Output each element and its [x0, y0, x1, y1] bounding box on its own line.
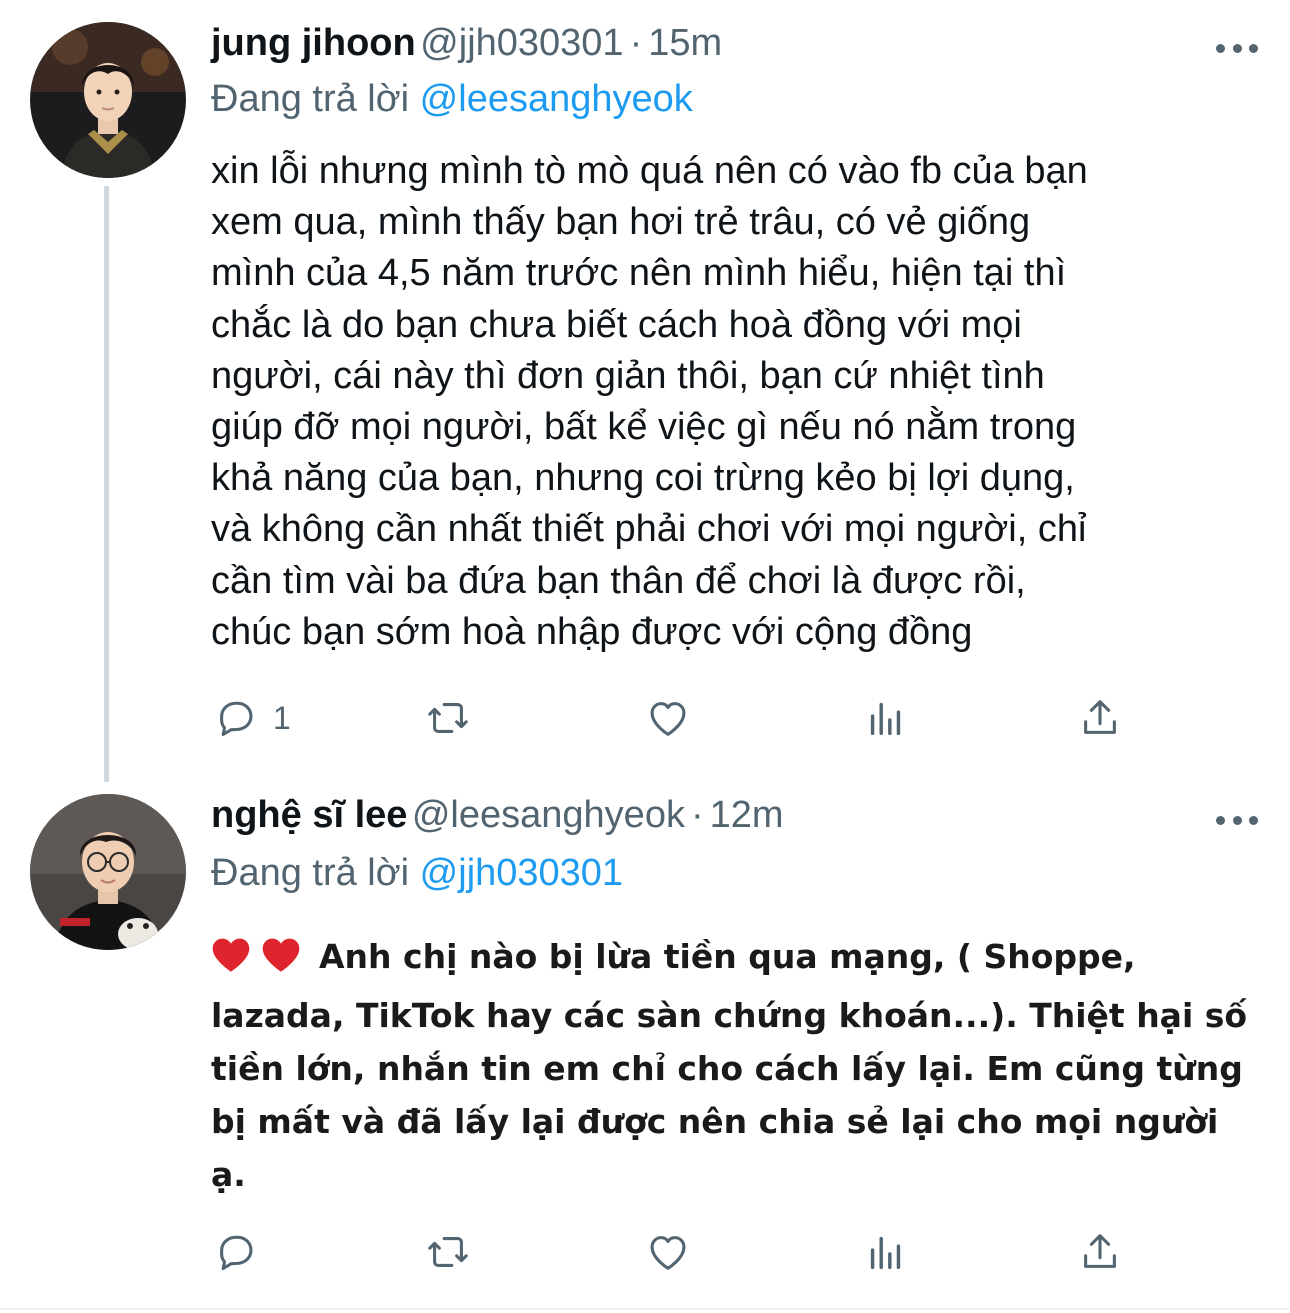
- share-upload-icon: [1084, 700, 1116, 734]
- analytics-bars-icon: [870, 702, 901, 736]
- more-dots-icon[interactable]: [1216, 810, 1258, 830]
- tweet-text-segment: Anh chị nào bị lừa tiền qua mạng, ( Shop…: [319, 937, 1136, 976]
- tweet-text: xin lỗi nhưng mình tò mò quá nên có vào …: [211, 146, 1251, 658]
- replying-label: Đang trả lời: [211, 78, 410, 120]
- replying-label: Đang trả lời: [211, 852, 410, 894]
- tweet-text-line: xem qua, mình thấy bạn hơi trẻ trâu, có …: [211, 201, 1031, 244]
- tweet-text-line: chúc bạn sớm hoà nhập được với cộng đồng: [211, 610, 973, 653]
- analytics-button[interactable]: [863, 690, 909, 746]
- tweet-text-line: lazada, TikTok hay các sàn chứng khoán..…: [211, 996, 1248, 1035]
- analytics-button[interactable]: [863, 1224, 909, 1280]
- replying-to: Đang trả lời @jjh030301: [211, 852, 623, 895]
- red-heart-icon: [262, 938, 300, 972]
- avatar[interactable]: [30, 22, 186, 178]
- avatar-photo-icon: [30, 794, 186, 950]
- tweet-text: Anh chị nào bị lừa tiền qua mạng, ( Shop…: [211, 930, 1251, 1201]
- reply-button[interactable]: 1: [213, 690, 291, 746]
- separator: ·: [690, 794, 704, 836]
- retweet-button[interactable]: [425, 690, 471, 746]
- tweet-text-line: mình của 4,5 năm trước nên mình hiểu, hi…: [211, 252, 1067, 295]
- tweet-actions: 1: [211, 690, 1131, 746]
- tweet-actions: [211, 1224, 1131, 1280]
- retweet-button[interactable]: [425, 1224, 471, 1280]
- replying-to: Đang trả lời @leesanghyeok: [211, 78, 693, 121]
- like-button[interactable]: [645, 1224, 691, 1280]
- display-name[interactable]: nghệ sĩ lee: [211, 794, 407, 836]
- tweet-text-line: và không cần nhất thiết phải chơi với mọ…: [211, 508, 1087, 551]
- tweet-text-line: Anh chị nào bị lừa tiền qua mạng, ( Shop…: [211, 930, 1251, 989]
- like-button[interactable]: [645, 690, 691, 746]
- tweet-header: nghệ sĩ lee @leesanghyeok · 12m: [211, 794, 1250, 844]
- timestamp[interactable]: 12m: [710, 794, 784, 836]
- tweet-text-line: người, cái này thì đơn giản thôi, bạn cứ…: [211, 354, 1045, 397]
- tweet-header: jung jihoon @jjh030301 · 15m: [211, 22, 1250, 72]
- tweet-text-line: tiền lớn, nhắn tin em chỉ cho cách lấy l…: [211, 1049, 1243, 1088]
- timestamp[interactable]: 15m: [648, 22, 722, 64]
- tweet-nghe-si-lee[interactable]: nghệ sĩ lee @leesanghyeok · 12m Đang trả l…: [0, 780, 1290, 1313]
- share-upload-icon: [1084, 1234, 1116, 1268]
- more-dots-icon[interactable]: [1216, 38, 1258, 58]
- avatar-photo-icon: [30, 22, 186, 178]
- avatar[interactable]: [30, 794, 186, 950]
- heart-outline-icon: [650, 1236, 686, 1270]
- heart-outline-icon: [650, 702, 686, 736]
- share-button[interactable]: [1077, 690, 1123, 746]
- share-button[interactable]: [1077, 1224, 1123, 1280]
- reply-count: 1: [273, 699, 291, 736]
- tweet-text-line: bị mất và đã lấy lại được nên chia sẻ lạ…: [211, 1102, 1219, 1141]
- tweet-text-line: xin lỗi nhưng mình tò mò quá nên có vào …: [211, 150, 1088, 192]
- tweet-text-line: ạ.: [211, 1155, 246, 1194]
- separator: ·: [629, 22, 643, 64]
- handle[interactable]: @leesanghyeok: [412, 794, 685, 836]
- reply-bubble-icon: [220, 701, 253, 737]
- reply-bubble-icon: [220, 1235, 253, 1271]
- tweet-text-line: cần tìm vài ba đứa bạn thân để chơi là đ…: [211, 559, 1026, 602]
- tweet-text-line: chắc là do bạn chưa biết cách hoà đồng v…: [211, 303, 1022, 346]
- display-name[interactable]: jung jihoon: [211, 22, 416, 64]
- divider: [0, 1308, 1290, 1310]
- tweet-text-line: giúp đỡ mọi người, bất kể việc gì nếu nó…: [211, 406, 1077, 449]
- tweet-text-line: khả năng của bạn, nhưng coi trừng kẻo bị…: [211, 457, 1075, 500]
- analytics-bars-icon: [870, 1236, 901, 1270]
- retweet-icon: [428, 703, 468, 733]
- reply-button[interactable]: [213, 1224, 273, 1280]
- thread-connector-line: [104, 186, 109, 782]
- red-heart-icon: [212, 938, 250, 972]
- emoji-group: [211, 936, 311, 989]
- retweet-icon: [428, 1237, 468, 1267]
- tweet-jung-jihoon[interactable]: jung jihoon @jjh030301 · 15m Đang trả lời …: [0, 0, 1290, 782]
- mention-link[interactable]: @jjh030301: [420, 852, 623, 894]
- handle[interactable]: @jjh030301: [420, 22, 623, 64]
- mention-link[interactable]: @leesanghyeok: [420, 78, 693, 120]
